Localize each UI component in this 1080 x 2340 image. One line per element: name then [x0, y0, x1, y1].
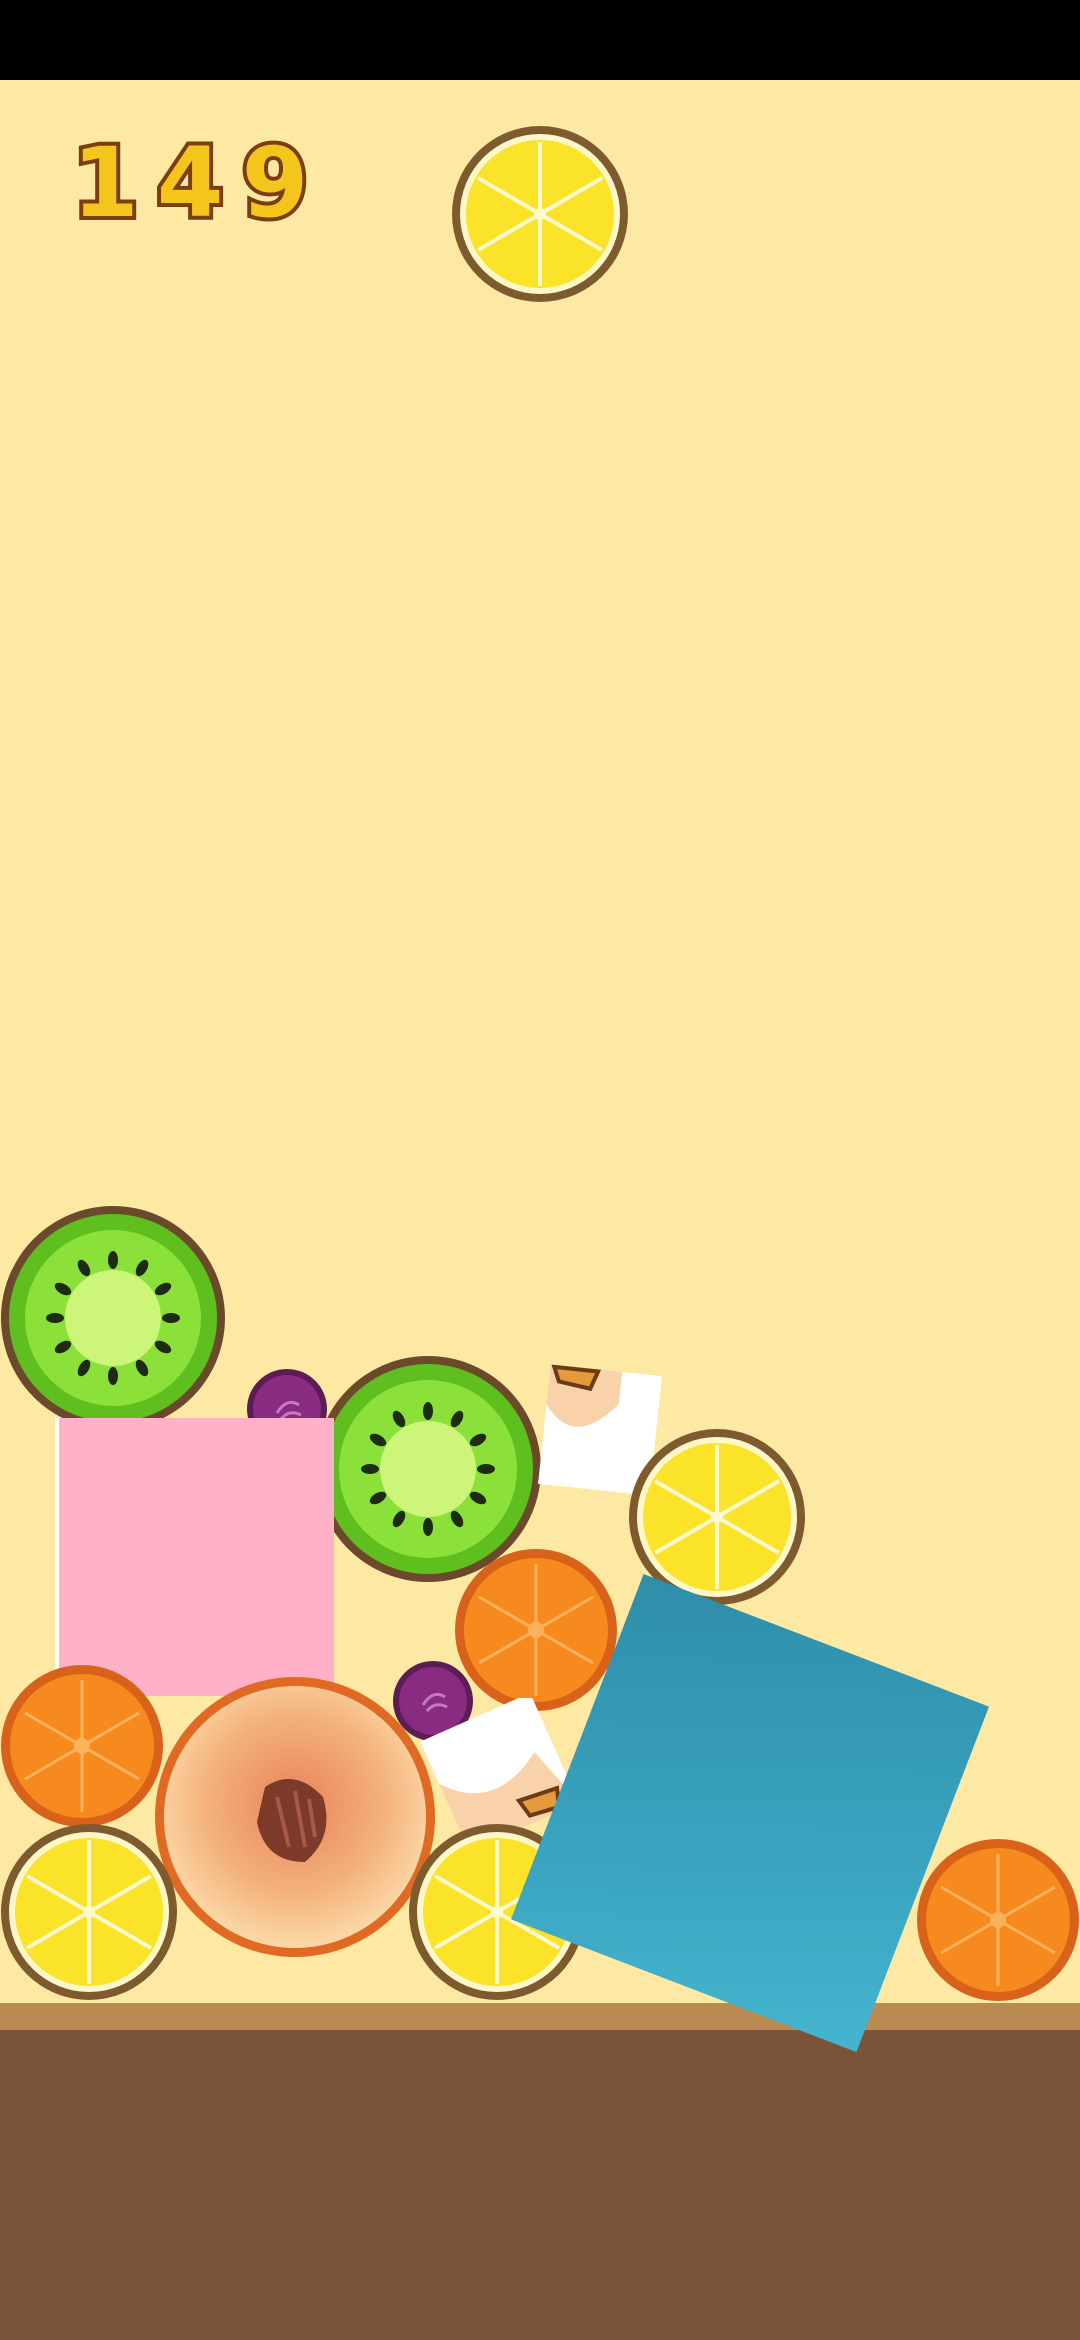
fruit-kiwi — [1, 1206, 225, 1430]
fruit-peach — [155, 1677, 435, 1957]
fruit-pink-tile — [55, 1418, 334, 1696]
fruit-orange — [455, 1549, 617, 1711]
fruit-pile — [0, 0, 1080, 2340]
fruit-lemon — [1, 1824, 177, 2000]
fruit-orange — [1, 1665, 163, 1827]
fruit-orange — [917, 1839, 1079, 2001]
